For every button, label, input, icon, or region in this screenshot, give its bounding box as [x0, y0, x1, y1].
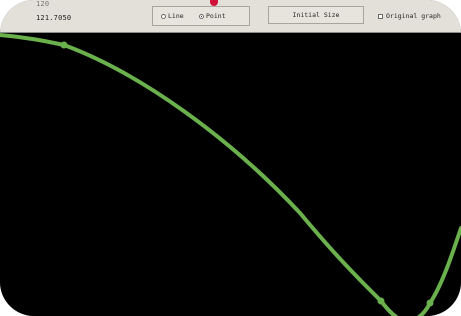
- line-radio-circle-icon: [161, 13, 166, 19]
- point-radio-circle-icon: [199, 13, 204, 19]
- point-radio[interactable]: Point: [199, 12, 226, 20]
- original-graph-checkbox[interactable]: Original graph: [378, 12, 441, 20]
- original-graph-label: Original graph: [386, 12, 441, 20]
- graph-point: [60, 41, 68, 49]
- plot-background: [0, 33, 461, 316]
- graph-canvas[interactable]: [0, 33, 461, 316]
- graph-point: [426, 299, 434, 307]
- point-radio-label: Point: [206, 12, 226, 20]
- line-radio-label: Line: [168, 12, 184, 20]
- checkbox-square-icon: [378, 13, 383, 19]
- toolbar: 120 121.7050 Line Point Initial Size Ori…: [0, 0, 461, 33]
- initial-size-button[interactable]: Initial Size: [268, 6, 364, 24]
- coordinate-readout-top: 120: [36, 0, 50, 8]
- coordinate-readout: 121.7050: [36, 14, 72, 22]
- line-radio[interactable]: Line: [161, 12, 184, 20]
- graph-window: 120 121.7050 Line Point Initial Size Ori…: [0, 0, 461, 316]
- display-mode-group: Line Point: [152, 6, 250, 26]
- graph-point: [377, 297, 385, 305]
